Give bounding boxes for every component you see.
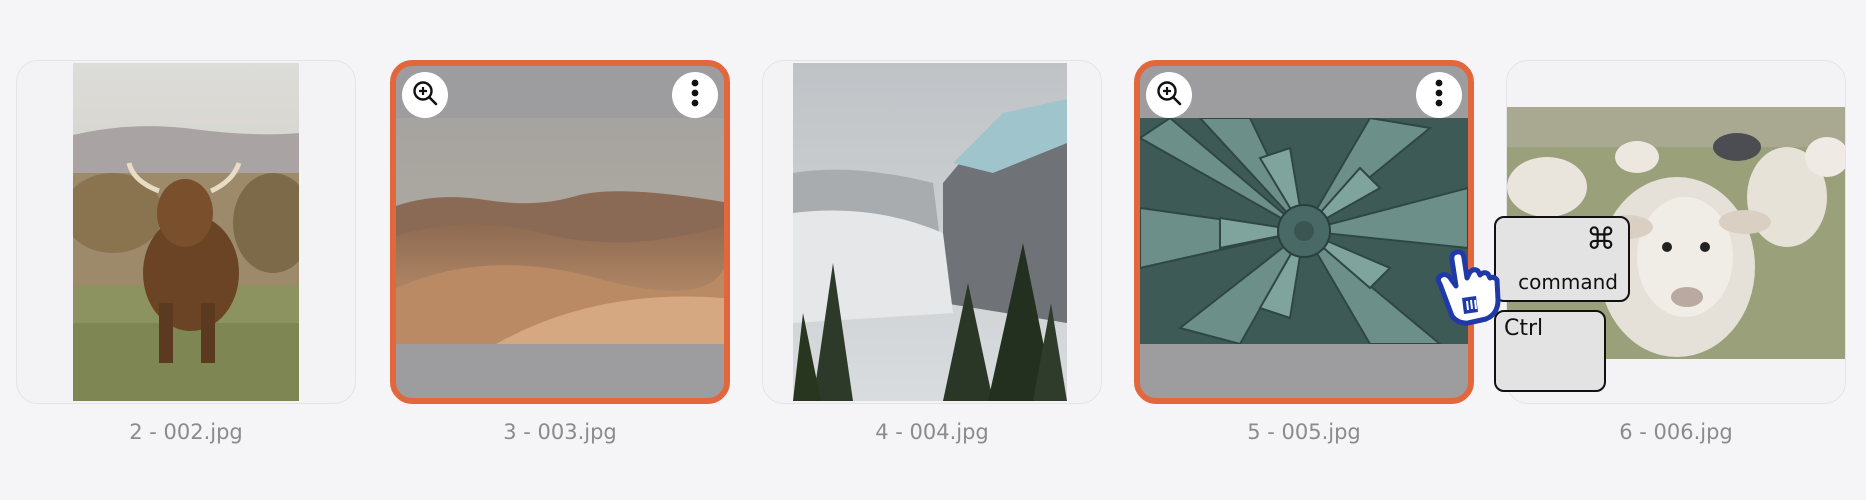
image-caption: 2 - 002.jpg [129,420,243,444]
ctrl-key-hint: Ctrl [1494,310,1606,392]
image-card-selected[interactable] [1134,60,1474,404]
thumbnail-image [396,118,724,344]
zoom-button[interactable] [402,72,448,118]
zoom-in-icon [1155,79,1183,111]
more-options-button[interactable] [672,72,718,118]
image-card[interactable] [762,60,1102,404]
command-key-glyph: ⌘ [1586,222,1616,257]
hand-pointer-icon [1432,248,1502,326]
image-caption: 5 - 005.jpg [1247,420,1361,444]
ctrl-key-label: Ctrl [1504,316,1544,341]
zoom-in-icon [411,79,439,111]
thumbnail-image [73,63,299,401]
thumbnail-image [793,63,1067,401]
image-card-selected[interactable] [390,60,730,404]
more-options-button[interactable] [1416,72,1462,118]
more-vertical-icon [690,79,700,111]
more-vertical-icon [1434,79,1444,111]
image-caption: 4 - 004.jpg [875,420,989,444]
zoom-button[interactable] [1146,72,1192,118]
command-key-label: command [1518,270,1618,294]
thumbnail-image [1140,118,1468,344]
image-caption: 3 - 003.jpg [503,420,617,444]
image-caption: 6 - 006.jpg [1619,420,1733,444]
command-key-hint: ⌘ command [1494,216,1630,302]
image-card[interactable] [16,60,356,404]
